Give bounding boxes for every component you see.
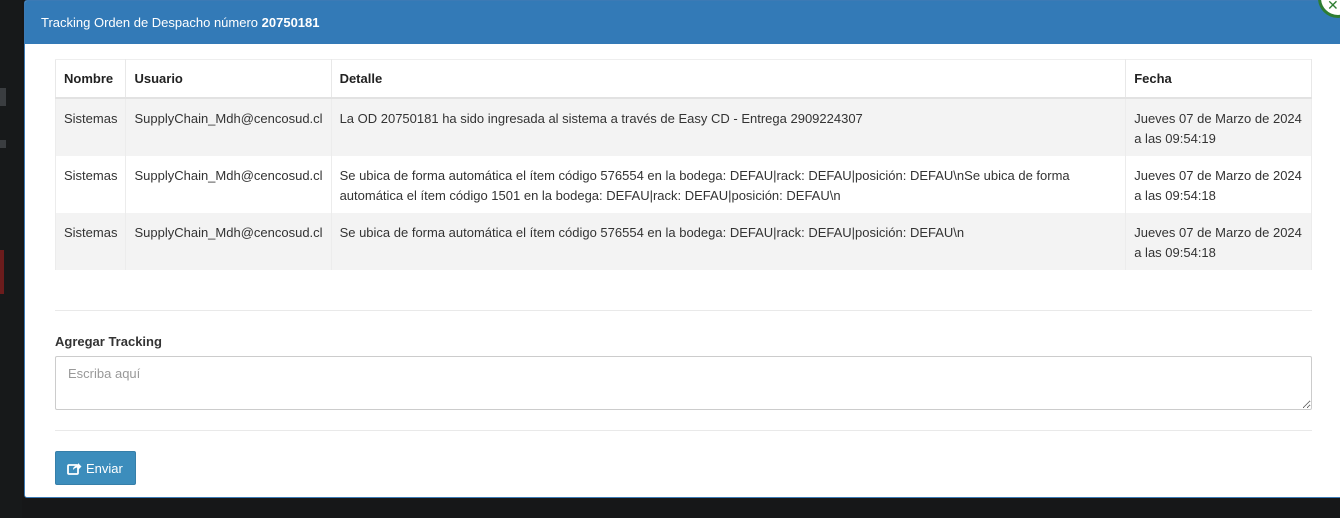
table-header-row: Nombre Usuario Detalle Fecha	[54, 59, 1312, 99]
table-row: Sistemas SupplyChain_Mdh@cencosud.cl La …	[54, 98, 1312, 156]
cell-detalle: Se ubica de forma automática el ítem cód…	[331, 213, 1127, 270]
enviar-button[interactable]: Enviar	[55, 451, 136, 485]
cell-nombre: Sistemas	[54, 98, 127, 156]
cell-nombre: Sistemas	[54, 156, 127, 213]
cell-detalle: La OD 20750181 ha sido ingresada al sist…	[331, 98, 1127, 156]
background-mark	[0, 88, 6, 106]
fecha-date: Jueves 07 de Marzo de 2024	[1134, 111, 1302, 126]
column-header-fecha: Fecha	[1125, 59, 1312, 99]
fecha-date: Jueves 07 de Marzo de 2024	[1134, 168, 1302, 183]
enviar-label: Enviar	[86, 460, 123, 476]
share-square-icon	[67, 462, 82, 475]
table-row: Sistemas SupplyChain_Mdh@cencosud.cl Se …	[54, 213, 1312, 270]
column-header-nombre: Nombre	[54, 59, 127, 99]
fecha-date: Jueves 07 de Marzo de 2024	[1134, 225, 1302, 240]
cell-fecha: Jueves 07 de Marzo de 2024 a las 09:54:1…	[1125, 98, 1312, 156]
cell-usuario: SupplyChain_Mdh@cencosud.cl	[125, 98, 332, 156]
modal-header: Tracking Orden de Despacho número 207501…	[25, 1, 1340, 44]
tracking-modal: Tracking Orden de Despacho número 207501…	[24, 0, 1340, 498]
fecha-time: a las 09:54:18	[1134, 188, 1216, 203]
cell-fecha: Jueves 07 de Marzo de 2024 a las 09:54:1…	[1125, 156, 1312, 213]
background-mark	[0, 140, 6, 148]
fecha-time: a las 09:54:19	[1134, 131, 1216, 146]
column-header-detalle: Detalle	[331, 59, 1127, 99]
modal-body: Nombre Usuario Detalle Fecha Sistemas Su…	[25, 44, 1340, 485]
cell-detalle: Se ubica de forma automática el ítem cód…	[331, 156, 1127, 213]
tracking-textarea[interactable]	[55, 356, 1312, 410]
table-row: Sistemas SupplyChain_Mdh@cencosud.cl Se …	[54, 156, 1312, 213]
background-mark	[0, 250, 4, 294]
tracking-table: Nombre Usuario Detalle Fecha Sistemas Su…	[54, 59, 1312, 270]
detalle-line: Se ubica de forma automática el ítem cód…	[339, 168, 1070, 183]
divider	[55, 430, 1312, 431]
agregar-tracking-label: Agregar Tracking	[55, 334, 162, 349]
modal-title: Tracking Orden de Despacho número	[41, 15, 259, 30]
cell-usuario: SupplyChain_Mdh@cencosud.cl	[125, 156, 332, 213]
column-header-usuario: Usuario	[125, 59, 332, 99]
fecha-time: a las 09:54:18	[1134, 245, 1216, 260]
divider	[55, 310, 1312, 311]
cell-usuario: SupplyChain_Mdh@cencosud.cl	[125, 213, 332, 270]
cell-nombre: Sistemas	[54, 213, 127, 270]
detalle-line: automática el ítem código 1501 en la bod…	[339, 188, 841, 203]
background-page	[0, 0, 22, 518]
cell-fecha: Jueves 07 de Marzo de 2024 a las 09:54:1…	[1125, 213, 1312, 270]
order-number: 20750181	[261, 15, 320, 30]
